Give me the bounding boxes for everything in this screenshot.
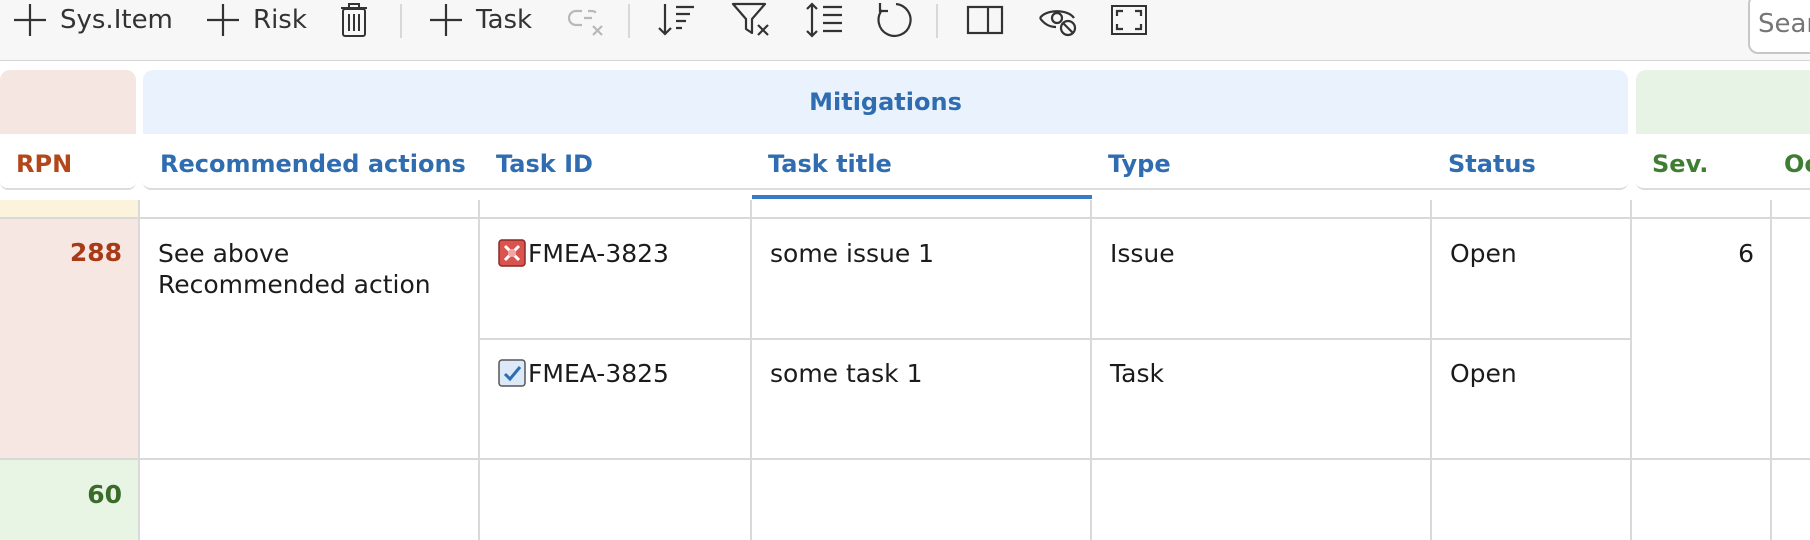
sort-button[interactable] bbox=[656, 2, 696, 38]
status-cell[interactable]: Open bbox=[1450, 238, 1517, 269]
issue-icon bbox=[498, 239, 526, 267]
row-height-button[interactable] bbox=[804, 2, 844, 38]
grid-line bbox=[1430, 200, 1432, 540]
column-header-severity[interactable]: Sev. bbox=[1652, 150, 1708, 178]
column-header-task-title[interactable]: Task title bbox=[768, 150, 892, 178]
filter-clear-icon bbox=[731, 2, 769, 36]
task-id-link[interactable]: FMEA-3825 bbox=[528, 359, 669, 388]
type-cell[interactable]: Issue bbox=[1110, 238, 1175, 269]
column-header-occurrence[interactable]: Oc bbox=[1784, 150, 1810, 178]
grid-line bbox=[478, 338, 1630, 340]
sort-icon bbox=[658, 4, 694, 36]
column-header-rpn[interactable]: RPN bbox=[16, 150, 72, 178]
grid-line bbox=[1090, 200, 1092, 540]
scrolled-row-stub bbox=[0, 200, 138, 218]
grid-line bbox=[750, 200, 752, 540]
grid-line bbox=[478, 200, 480, 540]
plus-icon bbox=[207, 4, 239, 36]
add-sys-item-label: Sys.Item bbox=[60, 5, 173, 35]
task-checkbox-icon bbox=[498, 359, 526, 387]
toolbar-separator bbox=[936, 4, 938, 38]
add-task-label: Task bbox=[476, 5, 533, 35]
refresh-icon bbox=[877, 2, 912, 38]
clear-filter-button[interactable] bbox=[730, 2, 772, 38]
task-id-cell[interactable]: FMEA-3823 bbox=[498, 238, 669, 269]
evaluation-group-header bbox=[1636, 70, 1810, 134]
sorted-column-indicator bbox=[752, 195, 1092, 199]
severity-cell[interactable]: 6 bbox=[1650, 238, 1754, 269]
column-header-status[interactable]: Status bbox=[1448, 150, 1536, 178]
add-risk-button[interactable]: Risk bbox=[205, 2, 307, 38]
grid-line bbox=[1630, 200, 1632, 540]
add-risk-label: Risk bbox=[253, 5, 307, 35]
delete-button[interactable] bbox=[338, 2, 370, 38]
split-view-button[interactable] bbox=[966, 2, 1004, 38]
mitigations-group-label: Mitigations bbox=[809, 88, 962, 116]
rpn-value[interactable]: 60 bbox=[20, 480, 122, 509]
type-cell[interactable]: Task bbox=[1110, 358, 1164, 389]
eye-hidden-icon bbox=[1039, 10, 1077, 37]
trash-icon bbox=[341, 3, 367, 37]
plus-icon bbox=[14, 4, 46, 36]
task-title-cell[interactable]: some issue 1 bbox=[770, 238, 934, 269]
task-id-cell[interactable]: FMEA-3825 bbox=[498, 358, 669, 389]
task-id-link[interactable]: FMEA-3823 bbox=[528, 239, 669, 268]
grid-line bbox=[0, 458, 1810, 460]
add-task-button[interactable]: Task bbox=[428, 2, 532, 38]
grid-line bbox=[0, 217, 1810, 219]
plus-icon bbox=[430, 4, 462, 36]
rpn-group-header bbox=[0, 70, 136, 134]
row-height-icon bbox=[806, 2, 842, 38]
column-header-recommended-actions[interactable]: Recommended actions bbox=[160, 150, 466, 178]
unlink-icon bbox=[567, 9, 603, 36]
split-view-icon bbox=[966, 5, 1004, 35]
mitigations-group-header: Mitigations bbox=[143, 70, 1628, 134]
task-title-cell[interactable]: some task 1 bbox=[770, 358, 922, 389]
fullscreen-button[interactable] bbox=[1110, 2, 1148, 38]
refresh-button[interactable] bbox=[874, 2, 914, 38]
unlink-button[interactable] bbox=[566, 2, 606, 38]
column-header-task-id[interactable]: Task ID bbox=[496, 150, 593, 178]
search-input[interactable] bbox=[1748, 0, 1810, 54]
toolbar-separator bbox=[400, 4, 402, 38]
hide-columns-button[interactable] bbox=[1038, 2, 1078, 38]
grid-line bbox=[1770, 200, 1772, 540]
fullscreen-icon bbox=[1111, 5, 1147, 35]
rpn-value[interactable]: 288 bbox=[20, 238, 122, 267]
column-header-type[interactable]: Type bbox=[1108, 150, 1171, 178]
toolbar-separator bbox=[628, 4, 630, 38]
toolbar: Sys.Item Risk Task bbox=[0, 0, 1810, 61]
grid-line bbox=[138, 200, 140, 540]
recommended-action-cell[interactable]: See above Recommended action bbox=[158, 238, 468, 300]
add-sys-item-button[interactable]: Sys.Item bbox=[12, 2, 173, 38]
status-cell[interactable]: Open bbox=[1450, 358, 1517, 389]
